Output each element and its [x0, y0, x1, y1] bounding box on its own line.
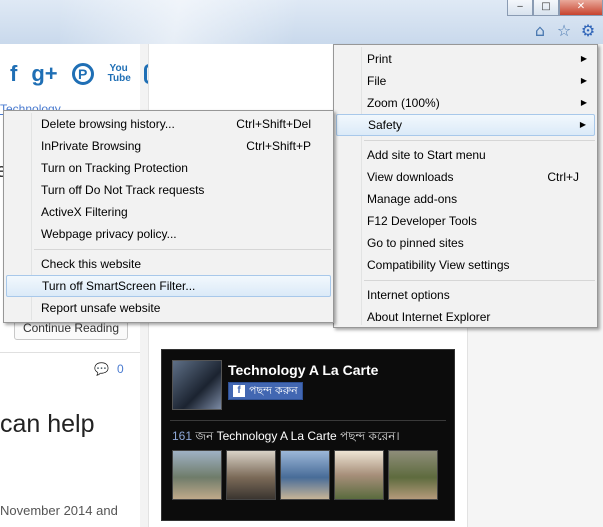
home-icon[interactable]: ⌂: [531, 22, 549, 40]
comment-count-value: 0: [116, 362, 124, 376]
menu-item-label: Print: [367, 52, 392, 66]
menu-item-label: Report unsafe website: [41, 301, 161, 315]
fan-avatar[interactable]: [334, 450, 384, 500]
menu-separator: [364, 140, 595, 141]
menu-item-inprivate[interactable]: InPrivate Browsing Ctrl+Shift+P: [6, 135, 331, 157]
menu-item-manage-addons[interactable]: Manage add-ons: [336, 188, 595, 210]
article-headline[interactable]: can help: [0, 410, 95, 438]
menu-item-label: About Internet Explorer: [367, 310, 491, 324]
fan-avatar[interactable]: [226, 450, 276, 500]
menu-item-privacy-policy[interactable]: Webpage privacy policy...: [6, 223, 331, 245]
menu-item-label: Turn on Tracking Protection: [41, 161, 188, 175]
menu-item-label: F12 Developer Tools: [367, 214, 477, 228]
menu-item-label: Internet options: [367, 288, 450, 302]
article-date-text: November 2014 and: [0, 503, 118, 518]
menu-separator: [34, 249, 331, 250]
menu-item-safety[interactable]: Safety ▶: [336, 114, 595, 136]
menu-item-shortcut: Ctrl+Shift+P: [246, 139, 311, 153]
menu-item-label: Go to pinned sites: [367, 236, 464, 250]
menu-item-label: Turn off SmartScreen Filter...: [42, 279, 196, 293]
menu-item-shortcut: Ctrl+Shift+Del: [236, 117, 311, 131]
menu-item-label: View downloads: [367, 170, 454, 184]
menu-item-pinned-sites[interactable]: Go to pinned sites: [336, 232, 595, 254]
fb-like-count-number: 161: [172, 429, 193, 443]
close-button[interactable]: ✕: [559, 0, 603, 16]
facebook-icon[interactable]: f: [10, 62, 17, 86]
menu-item-about-ie[interactable]: About Internet Explorer: [336, 306, 595, 328]
fb-count-prefix: জন: [195, 429, 214, 443]
pinterest-icon[interactable]: P: [71, 63, 94, 85]
fan-avatar[interactable]: [172, 450, 222, 500]
divider: [0, 352, 140, 353]
command-icons: ⌂ ☆ ⚙: [531, 22, 597, 40]
menu-item-label: Manage add-ons: [367, 192, 458, 206]
page-thumbnail[interactable]: [172, 360, 222, 410]
fb-page-name[interactable]: Technology A La Carte: [228, 362, 378, 378]
menu-item-activex-filtering[interactable]: ActiveX Filtering: [6, 201, 331, 223]
maximize-button[interactable]: □: [533, 0, 559, 16]
menu-item-label: InPrivate Browsing: [41, 139, 142, 153]
browser-chrome: ‒ □ ✕ ⌂ ☆ ⚙: [0, 0, 603, 44]
menu-item-print[interactable]: Print ▶: [336, 48, 595, 70]
menu-item-tracking-protection[interactable]: Turn on Tracking Protection: [6, 157, 331, 179]
tools-gear-icon[interactable]: ⚙: [579, 22, 597, 40]
menu-item-add-site-to-start[interactable]: Add site to Start menu: [336, 144, 595, 166]
window-buttons: ‒ □ ✕: [507, 0, 603, 16]
submenu-arrow-icon: ▶: [580, 54, 587, 63]
minimize-button[interactable]: ‒: [507, 0, 533, 16]
fb-like-button[interactable]: f পছন্দ করুন: [228, 382, 303, 400]
google-plus-icon[interactable]: g+: [31, 62, 57, 86]
menu-item-f12-developer-tools[interactable]: F12 Developer Tools: [336, 210, 595, 232]
chrome-shine: [60, 0, 320, 44]
menu-item-label: File: [367, 74, 387, 88]
menu-item-label: Check this website: [41, 257, 142, 271]
menu-item-label: Safety: [368, 118, 403, 132]
menu-item-label: Delete browsing history...: [41, 117, 175, 131]
menu-item-report-unsafe[interactable]: Report unsafe website: [6, 297, 331, 319]
safety-submenu: Delete browsing history... Ctrl+Shift+De…: [3, 110, 334, 323]
facebook-page-widget: Technology A La Carte f পছন্দ করুন 161 জ…: [161, 349, 455, 521]
fb-like-count: 161 জন Technology A La Carte পছন্দ করেন।: [172, 428, 400, 448]
fb-like-label: পছন্দ করুন: [249, 385, 298, 397]
favorites-star-icon[interactable]: ☆: [555, 22, 573, 40]
menu-item-compatibility-view[interactable]: Compatibility View settings: [336, 254, 595, 276]
menu-separator: [364, 280, 595, 281]
menu-item-do-not-track[interactable]: Turn off Do Not Track requests: [6, 179, 331, 201]
menu-item-label: Webpage privacy policy...: [41, 227, 177, 241]
submenu-arrow-icon: ▶: [580, 76, 587, 85]
menu-item-file[interactable]: File ▶: [336, 70, 595, 92]
menu-item-label: Compatibility View settings: [367, 258, 510, 272]
comment-count[interactable]: 💬 0: [94, 362, 124, 376]
menu-item-check-website[interactable]: Check this website: [6, 253, 331, 275]
submenu-arrow-icon: ▶: [579, 120, 586, 129]
menu-item-label: Add site to Start menu: [367, 148, 486, 162]
menu-item-smartscreen-filter[interactable]: Turn off SmartScreen Filter...: [6, 275, 331, 297]
fb-fan-faces: [172, 450, 438, 500]
divider: [170, 420, 446, 421]
youtube-icon[interactable]: You Tube: [108, 64, 131, 84]
fan-avatar[interactable]: [280, 450, 330, 500]
menu-item-delete-history[interactable]: Delete browsing history... Ctrl+Shift+De…: [6, 113, 331, 135]
facebook-icon: f: [233, 385, 245, 397]
comment-icon: 💬: [94, 362, 109, 376]
menu-item-label: Turn off Do Not Track requests: [41, 183, 205, 197]
menu-item-shortcut: Ctrl+J: [547, 170, 579, 184]
fan-avatar[interactable]: [388, 450, 438, 500]
menu-item-view-downloads[interactable]: View downloads Ctrl+J: [336, 166, 595, 188]
menu-item-label: Zoom (100%): [367, 96, 440, 110]
fb-count-page-name[interactable]: Technology A La Carte: [217, 429, 337, 443]
menu-item-internet-options[interactable]: Internet options: [336, 284, 595, 306]
submenu-arrow-icon: ▶: [580, 98, 587, 107]
menu-item-label: ActiveX Filtering: [41, 205, 128, 219]
tools-menu: Print ▶ File ▶ Zoom (100%) ▶ Safety ▶ Ad…: [333, 44, 598, 328]
fb-count-suffix: পছন্দ করেন।: [340, 429, 400, 443]
menu-item-zoom[interactable]: Zoom (100%) ▶: [336, 92, 595, 114]
